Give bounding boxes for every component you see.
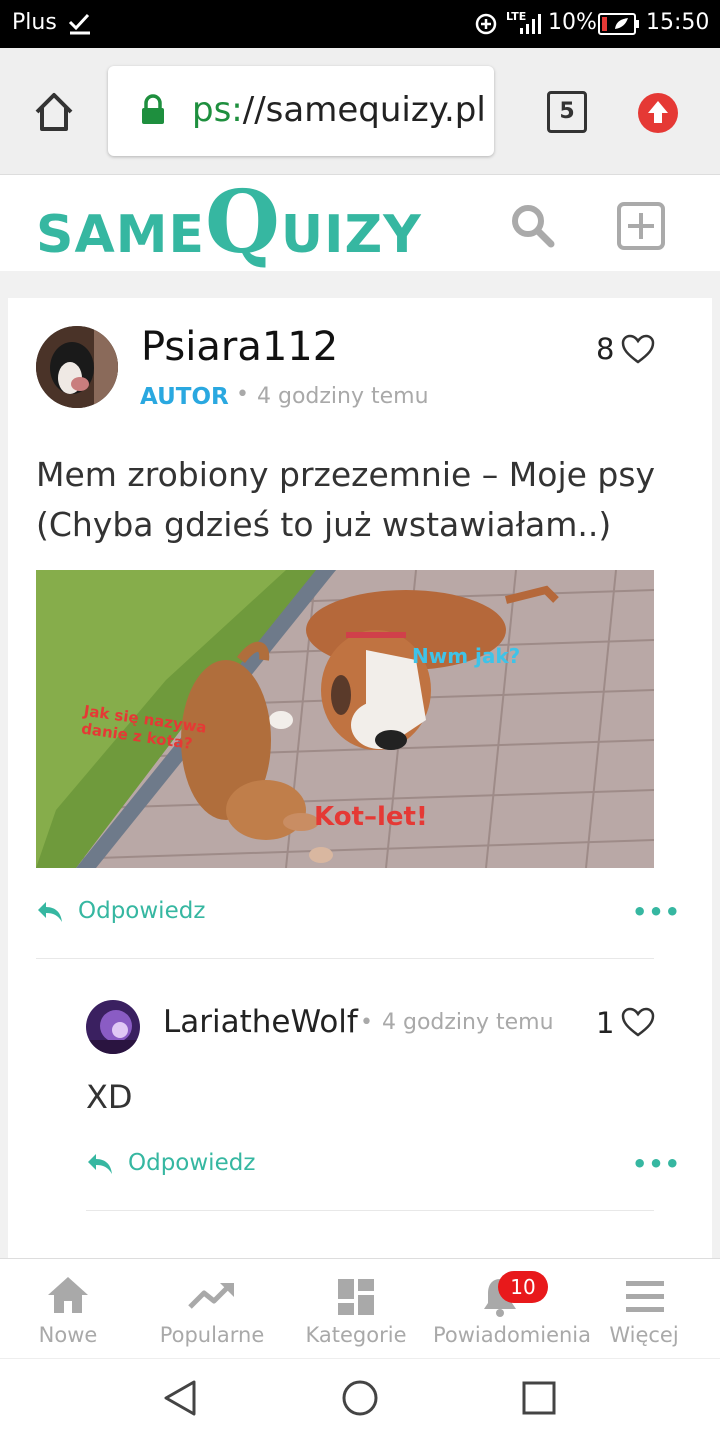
post-text: Mem zrobiony przezemnie – Moje psy (Chyb… (36, 455, 656, 544)
comment-time: 4 godziny temu (382, 1010, 554, 1035)
post-time: 4 godziny temu (257, 384, 429, 409)
nav-label-powiadomienia: Powiadomienia (432, 1323, 592, 1347)
signal-icon (520, 14, 541, 34)
more-options-icon[interactable]: ••• (632, 898, 681, 926)
bottom-navigation: Nowe Popularne Kategorie 10 Powiadomieni… (0, 1258, 720, 1359)
nav-item-nowe[interactable]: Nowe (18, 1259, 118, 1359)
reply-icon[interactable] (36, 900, 64, 924)
url-text: ps://samequizy.pl (192, 90, 486, 130)
comment-text: XD (86, 1078, 133, 1116)
notification-badge: 10 (498, 1271, 548, 1303)
update-icon[interactable] (636, 91, 680, 135)
system-navigation-bar (0, 1358, 720, 1441)
comment-more-options-icon[interactable]: ••• (632, 1150, 681, 1178)
home-button-icon[interactable] (341, 1379, 379, 1417)
address-bar[interactable]: ps://samequizy.pl (108, 66, 494, 156)
reply-button[interactable]: Odpowiedz (78, 898, 205, 924)
tab-switcher-button[interactable]: 5 (547, 91, 587, 133)
divider (36, 958, 654, 959)
add-quiz-icon[interactable] (616, 201, 666, 251)
nav-item-wiecej[interactable]: Więcej (604, 1259, 684, 1359)
nav-item-powiadomienia[interactable]: 10 Powiadomienia (430, 1259, 594, 1359)
browser-home-icon[interactable] (32, 90, 76, 134)
comment-reply-button[interactable]: Odpowiedz (128, 1150, 255, 1176)
divider (86, 1210, 654, 1211)
meme-caption-answer: Nwm jak? (412, 644, 521, 668)
reply-icon[interactable] (86, 1152, 114, 1176)
search-icon[interactable] (508, 201, 556, 249)
menu-icon (626, 1281, 664, 1312)
logo-same: SAME (36, 205, 205, 265)
samequizy-logo[interactable]: SAMEQUIZY (36, 180, 422, 266)
nav-label-kategorie: Kategorie (305, 1323, 407, 1347)
separator-dot: • (360, 1010, 373, 1035)
grid-icon (338, 1279, 374, 1315)
check-icon (68, 13, 90, 35)
meme-caption-punchline: Kot–let! (314, 802, 428, 832)
comment-card: Psiara112 AUTOR • 4 godziny temu 8 Mem z… (8, 298, 712, 1258)
status-bar: Plus LTE 10% 15:50 (0, 0, 720, 48)
author-badge: AUTOR (140, 384, 229, 410)
comment-author[interactable]: LariatheWolf (163, 1004, 358, 1040)
heart-icon[interactable] (621, 1007, 655, 1037)
home-icon (48, 1277, 88, 1313)
lock-icon (142, 94, 164, 124)
meme-image[interactable]: Jak się nazywa danie z kota? Nwm jak? Ko… (36, 570, 654, 868)
clock: 15:50 (646, 10, 710, 35)
recents-icon[interactable] (522, 1381, 556, 1415)
nav-item-kategorie[interactable]: Kategorie (296, 1259, 416, 1359)
avatar[interactable] (36, 326, 118, 408)
comment-like-count: 1 (596, 1006, 615, 1040)
logo-uizy: UIZY (280, 205, 422, 265)
back-icon[interactable] (162, 1379, 198, 1417)
logo-q: Q (204, 172, 281, 273)
trending-icon (188, 1283, 234, 1309)
battery-percent: 10% (548, 10, 597, 35)
nav-label-wiecej: Więcej (609, 1323, 679, 1347)
site-header: SAMEQUIZY (0, 174, 720, 271)
nav-item-popularne[interactable]: Popularne (152, 1259, 272, 1359)
heart-icon[interactable] (621, 334, 655, 364)
url-scheme: ps: (192, 90, 243, 130)
battery-icon (598, 13, 639, 35)
carrier-label: Plus (12, 10, 57, 35)
separator-dot: • (236, 382, 249, 407)
comment-avatar[interactable] (86, 1000, 140, 1054)
nav-label-nowe: Nowe (38, 1323, 98, 1347)
data-saver-icon (475, 13, 497, 35)
url-domain: //samequizy.pl (242, 90, 486, 130)
post-like-count: 8 (596, 332, 615, 366)
post-author[interactable]: Psiara112 (141, 324, 338, 370)
nav-label-popularne: Popularne (159, 1323, 265, 1347)
